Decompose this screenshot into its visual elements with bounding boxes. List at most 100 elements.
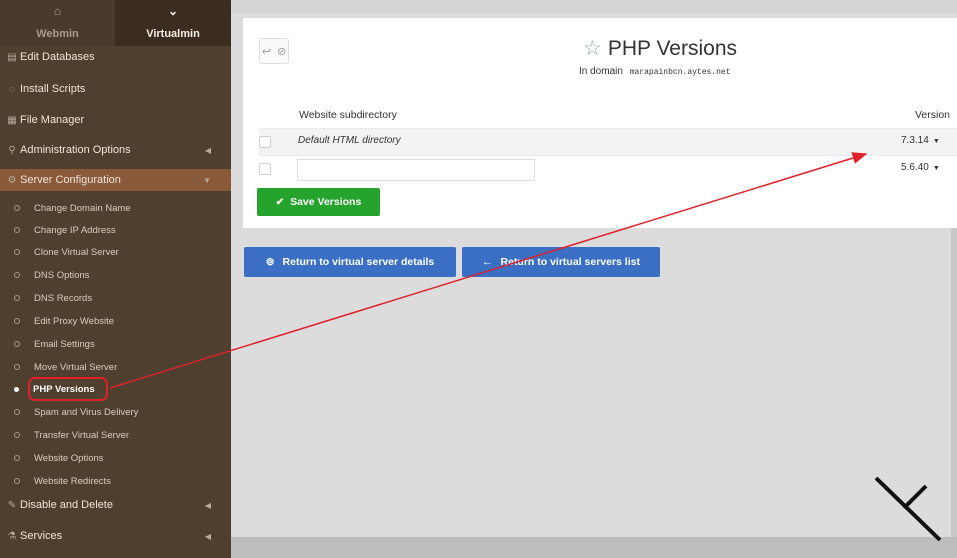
watermark-stroke bbox=[874, 476, 942, 542]
check-circle-icon: ✔ bbox=[275, 196, 285, 208]
sidebar-subitem-label: Clone Virtual Server bbox=[34, 246, 119, 258]
wrench-icon: ✎ bbox=[7, 499, 17, 511]
sidebar-subitem-move-virtual-server[interactable]: Move Virtual Server bbox=[0, 356, 231, 378]
bullet-icon bbox=[14, 341, 20, 347]
sidebar-item-file-manager[interactable]: ▦ File Manager bbox=[0, 109, 231, 131]
top-strip bbox=[231, 0, 957, 13]
arrow-left-icon: ← bbox=[482, 256, 493, 268]
bullet-icon bbox=[14, 295, 20, 301]
version-value: 7.3.14 bbox=[901, 135, 929, 146]
sidebar-subitem-transfer-virtual-server[interactable]: Transfer Virtual Server bbox=[0, 424, 231, 446]
sidebar-header: ⌂ Webmin ⌄ Virtualmin bbox=[0, 0, 231, 46]
sidebar-subitem-clone-virtual-server[interactable]: Clone Virtual Server bbox=[0, 241, 231, 263]
caret-left-icon: ◀ bbox=[204, 500, 211, 510]
bullet-icon bbox=[14, 432, 20, 438]
table-row: 5.6.40 ▼ bbox=[259, 155, 957, 182]
sidebar-subitem-label: Transfer Virtual Server bbox=[34, 429, 130, 441]
database-icon: ▤ bbox=[7, 51, 17, 63]
sidebar-subitem-website-options[interactable]: Website Options bbox=[0, 447, 231, 469]
scrollbar[interactable] bbox=[951, 228, 957, 558]
sidebar-item-edit-databases[interactable]: ▤ Edit Databases bbox=[0, 46, 231, 68]
bottom-strip bbox=[231, 537, 957, 558]
scripts-icon: ◌ bbox=[9, 83, 15, 95]
sidebar-item-administration-options[interactable]: ⚲ Administration Options ◀ bbox=[0, 139, 231, 161]
row-checkbox[interactable] bbox=[259, 136, 271, 148]
back-button[interactable]: ↩ ⊘ bbox=[259, 38, 289, 64]
subtitle-prefix: In domain bbox=[579, 66, 623, 77]
sidebar-subitem-email-settings[interactable]: Email Settings bbox=[0, 333, 231, 355]
directory-cell: Default HTML directory bbox=[298, 135, 401, 146]
dropdown-caret-icon: ▼ bbox=[932, 165, 940, 172]
caret-down-icon: ▼ bbox=[203, 175, 211, 185]
sidebar-subitem-label: Email Settings bbox=[34, 338, 95, 350]
help-icon: ⊘ bbox=[277, 45, 287, 58]
bullet-icon bbox=[14, 205, 20, 211]
version-select[interactable]: 5.6.40 ▼ bbox=[901, 162, 940, 173]
sidebar-subitem-edit-proxy-website[interactable]: Edit Proxy Website bbox=[0, 310, 231, 332]
sidebar-subitem-spam-and-virus-delivery[interactable]: Spam and Virus Delivery bbox=[0, 401, 231, 423]
sidebar: ⌂ Webmin ⌄ Virtualmin ▤ Edit Databases ◌… bbox=[0, 0, 231, 558]
directory-input[interactable] bbox=[297, 159, 535, 181]
services-icon: ⚗ bbox=[7, 530, 17, 542]
back-arrow-icon: ↩ bbox=[261, 45, 271, 58]
bullet-icon bbox=[14, 455, 20, 461]
sidebar-item-install-scripts[interactable]: ◌ Install Scripts bbox=[0, 78, 231, 100]
sidebar-subitem-label: DNS Options bbox=[34, 269, 90, 281]
sidebar-item-label: Disable and Delete bbox=[20, 499, 113, 511]
sidebar-item-label: Install Scripts bbox=[20, 83, 86, 95]
dropdown-caret-icon: ▼ bbox=[932, 138, 940, 145]
sidebar-item-server-configuration[interactable]: ⚙ Server Configuration ▼ bbox=[0, 169, 231, 191]
sidebar-subitem-change-domain-name[interactable]: Change Domain Name bbox=[0, 197, 231, 219]
version-select[interactable]: 7.3.14 ▼ bbox=[901, 135, 940, 146]
sidebar-item-disable-and-delete[interactable]: ✎ Disable and Delete ◀ bbox=[0, 494, 231, 516]
sidebar-item-label: Services bbox=[20, 530, 63, 542]
sidebar-item-label: Edit Databases bbox=[20, 51, 95, 63]
sidebar-subitem-label: Move Virtual Server bbox=[34, 361, 118, 373]
row-checkbox[interactable] bbox=[259, 163, 271, 175]
sidebar-item-services[interactable]: ⚗ Services ◀ bbox=[0, 525, 231, 547]
bullet-icon bbox=[14, 227, 20, 233]
sidebar-subitem-dns-options[interactable]: DNS Options bbox=[0, 264, 231, 286]
tab-webmin[interactable]: ⌂ Webmin bbox=[0, 0, 115, 46]
return-details-label: Return to virtual server details bbox=[282, 256, 435, 268]
bullet-icon bbox=[14, 386, 19, 392]
sidebar-subitem-dns-records[interactable]: DNS Records bbox=[0, 287, 231, 309]
return-to-list-button[interactable]: ← Return to virtual servers list bbox=[462, 247, 660, 277]
bullet-icon bbox=[14, 409, 20, 415]
dashboard-icon: ⌂ bbox=[53, 4, 62, 18]
table-row: Default HTML directory 7.3.14 ▼ bbox=[259, 128, 957, 155]
sidebar-subitem-website-redirects[interactable]: Website Redirects bbox=[0, 470, 231, 492]
watermark-stroke bbox=[902, 484, 928, 510]
sidebar-subitem-label: DNS Records bbox=[34, 292, 93, 304]
save-versions-button[interactable]: ✔ Save Versions bbox=[257, 188, 380, 216]
circle-arrow-icon: ⊚ bbox=[265, 256, 275, 268]
bullet-icon bbox=[14, 272, 20, 278]
tab-virtualmin[interactable]: ⌄ Virtualmin bbox=[115, 0, 231, 46]
star-icon[interactable]: ☆ bbox=[583, 36, 602, 61]
sidebar-item-label: Server Configuration bbox=[20, 174, 121, 186]
page-title: ☆ PHP Versions bbox=[583, 36, 737, 61]
column-header-directory: Website subdirectory bbox=[299, 109, 397, 121]
sidebar-subitem-label: Edit Proxy Website bbox=[34, 315, 115, 327]
return-to-details-button[interactable]: ⊚ Return to virtual server details bbox=[244, 247, 456, 277]
return-list-label: Return to virtual servers list bbox=[500, 256, 640, 268]
tab-webmin-label: Webmin bbox=[36, 28, 79, 40]
save-versions-label: Save Versions bbox=[290, 196, 362, 208]
caret-left-icon: ◀ bbox=[204, 531, 211, 541]
version-value: 5.6.40 bbox=[901, 162, 929, 173]
sidebar-subitem-change-ip-address[interactable]: Change IP Address bbox=[0, 219, 231, 241]
sidebar-subitem-label: Change Domain Name bbox=[34, 202, 131, 214]
page-subtitle: In domain marapainbcn.aytes.net bbox=[579, 66, 731, 77]
folder-icon: ▦ bbox=[7, 114, 17, 126]
domain-name: marapainbcn.aytes.net bbox=[629, 68, 731, 77]
bullet-icon bbox=[14, 478, 20, 484]
caret-left-icon: ◀ bbox=[204, 145, 211, 155]
annotation-highlight-box bbox=[28, 377, 108, 401]
sidebar-subitem-label: Change IP Address bbox=[34, 224, 116, 236]
sidebar-subitem-label: Website Redirects bbox=[34, 475, 111, 487]
cogs-icon: ⚙ bbox=[7, 174, 17, 186]
sidebar-item-label: File Manager bbox=[20, 114, 85, 126]
column-header-version: Version bbox=[915, 109, 951, 121]
page-title-text: PHP Versions bbox=[607, 36, 738, 60]
bullet-icon bbox=[14, 364, 20, 370]
